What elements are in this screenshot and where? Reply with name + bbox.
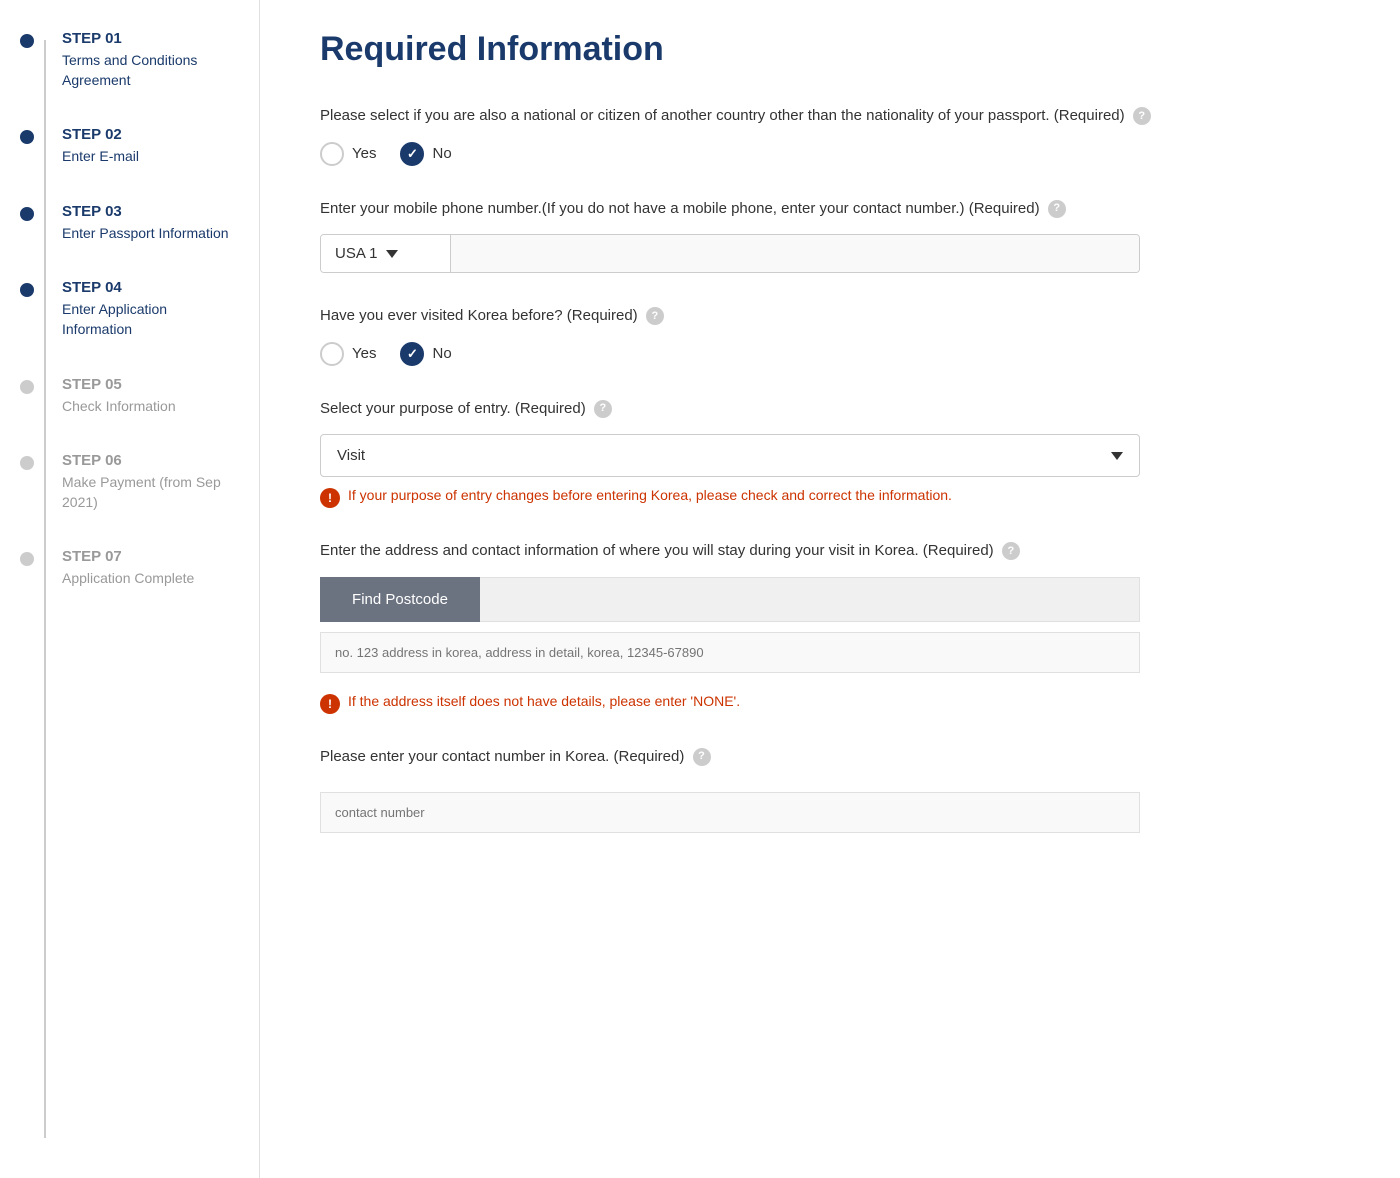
nationality-yes-radio[interactable] [320,142,344,166]
nationality-yes-label: Yes [352,145,376,162]
address-row: Find Postcode [320,577,1140,622]
step05-dot [20,380,34,394]
nationality-radio-group: Yes No [320,142,1350,166]
step03-dot [20,207,34,221]
nationality-no-radio[interactable] [400,142,424,166]
contact-korea-section: Please enter your contact number in Kore… [320,746,1350,834]
page-title: Required Information [320,30,1350,69]
step01-number: STEP 01 [62,30,239,47]
purpose-question: Select your purpose of entry. (Required)… [320,398,1350,421]
sidebar-item-step06[interactable]: STEP 06 Make Payment (from Sep 2021) [30,452,239,512]
purpose-value: Visit [337,447,365,464]
nationality-no-label: No [432,145,451,162]
purpose-chevron-icon [1111,452,1123,460]
step03-number: STEP 03 [62,203,239,220]
step02-label: Enter E-mail [62,147,239,167]
phone-country-select[interactable]: USA 1 [321,235,451,272]
nationality-help-icon[interactable]: ? [1133,107,1151,125]
step04-number: STEP 04 [62,279,239,296]
sidebar-item-step05[interactable]: STEP 05 Check Information [30,376,239,417]
step02-dot [20,130,34,144]
step06-label: Make Payment (from Sep 2021) [62,473,239,512]
korea-no-label: No [432,345,451,362]
nationality-section: Please select if you are also a national… [320,105,1350,166]
address-question: Enter the address and contact informatio… [320,540,1350,563]
korea-no-radio[interactable] [400,342,424,366]
korea-yes-label: Yes [352,345,376,362]
sidebar-item-step07[interactable]: STEP 07 Application Complete [30,548,239,589]
find-postcode-button[interactable]: Find Postcode [320,577,480,622]
korea-visit-radio-group: Yes No [320,342,1350,366]
step07-number: STEP 07 [62,548,239,565]
step06-dot [20,456,34,470]
contact-korea-input[interactable] [320,792,1140,833]
korea-visit-question: Have you ever visited Korea before? (Req… [320,305,1350,328]
step07-dot [20,552,34,566]
sidebar-item-step03[interactable]: STEP 03 Enter Passport Information [30,203,239,244]
purpose-help-icon[interactable]: ? [594,400,612,418]
address-warning: ! If the address itself does not have de… [320,693,1350,714]
step03-label: Enter Passport Information [62,224,239,244]
step07-label: Application Complete [62,569,239,589]
nationality-question: Please select if you are also a national… [320,105,1350,128]
korea-visit-help-icon[interactable]: ? [646,307,664,325]
nationality-yes-option[interactable]: Yes [320,142,376,166]
address-section: Enter the address and contact informatio… [320,540,1350,714]
sidebar: STEP 01 Terms and Conditions Agreement S… [0,0,260,1178]
sidebar-item-step01[interactable]: STEP 01 Terms and Conditions Agreement [30,30,239,90]
step06-number: STEP 06 [62,452,239,469]
sidebar-item-step04[interactable]: STEP 04 Enter Application Information [30,279,239,339]
phone-question: Enter your mobile phone number.(If you d… [320,198,1350,221]
purpose-section: Select your purpose of entry. (Required)… [320,398,1350,509]
step05-number: STEP 05 [62,376,239,393]
step02-number: STEP 02 [62,126,239,143]
korea-yes-option[interactable]: Yes [320,342,376,366]
korea-visit-section: Have you ever visited Korea before? (Req… [320,305,1350,366]
phone-input[interactable] [451,235,1139,272]
purpose-warning-icon: ! [320,488,340,508]
purpose-warning: ! If your purpose of entry changes befor… [320,487,1350,508]
phone-help-icon[interactable]: ? [1048,200,1066,218]
step04-label: Enter Application Information [62,300,239,339]
address-detail-input[interactable] [320,632,1140,673]
step01-dot [20,34,34,48]
sidebar-item-step02[interactable]: STEP 02 Enter E-mail [30,126,239,167]
phone-section: Enter your mobile phone number.(If you d… [320,198,1350,274]
contact-korea-question: Please enter your contact number in Kore… [320,746,1350,769]
step01-label: Terms and Conditions Agreement [62,51,239,90]
nationality-no-option[interactable]: No [400,142,451,166]
postcode-input[interactable] [480,577,1140,622]
phone-row: USA 1 [320,234,1140,273]
korea-yes-radio[interactable] [320,342,344,366]
phone-country-value: USA 1 [335,245,378,262]
korea-no-option[interactable]: No [400,342,451,366]
phone-country-chevron-icon [386,250,398,258]
main-content: Required Information Please select if yo… [260,0,1400,1178]
step04-dot [20,283,34,297]
address-warning-icon: ! [320,694,340,714]
address-help-icon[interactable]: ? [1002,542,1020,560]
contact-korea-help-icon[interactable]: ? [693,748,711,766]
purpose-select[interactable]: Visit [320,434,1140,477]
step05-label: Check Information [62,397,239,417]
